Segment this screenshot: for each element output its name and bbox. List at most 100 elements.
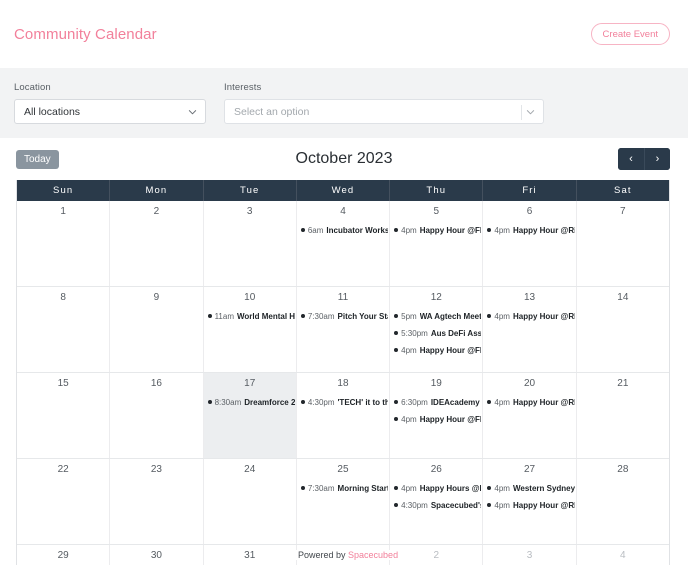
- calendar-day-cell[interactable]: 21: [576, 373, 669, 458]
- calendar-day-cell[interactable]: 5 4pmHappy Hour @Flux: [390, 201, 484, 286]
- page-title: Community Calendar: [14, 25, 157, 43]
- event-dot-icon: [394, 228, 399, 232]
- day-number: 22: [57, 464, 69, 475]
- event-dot-icon: [394, 503, 399, 507]
- next-month-button[interactable]: ›: [644, 148, 670, 170]
- day-number: 4: [620, 550, 626, 561]
- calendar-day-cell[interactable]: 264pmHappy Hours @FLU4:30pmSpacecubed's …: [390, 459, 484, 544]
- powered-by-text: Powered by: [298, 550, 349, 560]
- calendar-week: 22 2324257:30amMorning Startup264pmHappy …: [17, 459, 669, 545]
- calendar-day-cell[interactable]: 34pmHappy Hour @RIFF: [483, 545, 577, 565]
- calendar-event[interactable]: 4pmHappy Hour @RIFF: [483, 394, 575, 411]
- event-title: World Mental Heal: [236, 312, 295, 321]
- calendar-day-cell[interactable]: 3: [203, 201, 297, 286]
- interests-select[interactable]: Select an option: [224, 99, 544, 124]
- calendar-event[interactable]: 6:30pmIDEAcademy Info: [390, 394, 482, 411]
- event-title: Happy Hour @RIFF: [512, 312, 575, 321]
- calendar-day-cell[interactable]: 7: [576, 201, 669, 286]
- calendar-event[interactable]: 4pmHappy Hours @FLU: [390, 480, 482, 497]
- day-number: 6: [526, 206, 533, 217]
- calendar-day-cell[interactable]: 11 7:30amPitch Your Startu: [296, 287, 391, 372]
- calendar-day-cell[interactable]: 13 4pmHappy Hour @RIFF: [483, 287, 577, 372]
- event-time: 5pm: [401, 312, 417, 321]
- calendar-day-cell[interactable]: 4: [576, 545, 669, 565]
- event-dot-icon: [394, 486, 399, 490]
- event-title: Happy Hour @FLUX: [419, 346, 482, 355]
- calendar-day-cell[interactable]: 27 4pmWestern Sydney Sta4pmHappy Hour @RI…: [483, 459, 577, 544]
- day-number: 14: [617, 292, 629, 303]
- calendar-event[interactable]: 4pmWestern Sydney Sta: [483, 480, 575, 497]
- calendar-event[interactable]: 7:30amPitch Your Startu: [297, 308, 389, 325]
- calendar-event[interactable]: 5pmWA Agtech Meetup:: [390, 308, 482, 325]
- day-of-week-sat: Sat: [614, 185, 632, 196]
- calendar-grid: Sun Mon Tue Wed Thu Fri Sat 1 2 3 4 6am Incubator W…: [16, 180, 670, 565]
- calendar-day-cell[interactable]: 28: [576, 459, 669, 544]
- calendar-event[interactable]: 7:30amMorning Startup: [297, 480, 389, 497]
- calendar-event[interactable]: 4pmHappy Hour @Riff: [483, 222, 575, 239]
- calendar-event[interactable]: 4pmHappy Hour @FLUX: [390, 411, 482, 428]
- calendar-day-cell[interactable]: 196:30pmIDEAcademy Info4pmHappy Hour @FL…: [390, 373, 484, 458]
- event-dot-icon: [394, 314, 399, 318]
- calendar-day-cell[interactable]: 15: [17, 373, 111, 458]
- calendar-day-cell[interactable]: 16: [110, 373, 204, 458]
- filters-row: Location All locations Interests Select …: [14, 82, 674, 124]
- calendar-day-cell[interactable]: 10 11amWorld Mental Heal: [203, 287, 297, 372]
- event-dot-icon: [487, 503, 492, 507]
- prev-month-button[interactable]: ‹: [618, 148, 644, 170]
- day-number: 4: [340, 206, 346, 217]
- month-title: October 2023: [295, 150, 393, 167]
- event-title: Pitch Your Startu: [337, 312, 389, 321]
- event-time: 6:30pm: [401, 398, 428, 407]
- calendar-day-cell[interactable]: 24pmHappy Hours @FLU: [390, 545, 484, 565]
- calendar-week: 123 4 6amIncubator Workshop54pmHappy Hour …: [17, 201, 669, 287]
- calendar-day-cell[interactable]: 125pmWA Agtech Meetup:5:30pmAus DeFi Ass…: [390, 287, 484, 372]
- calendar-event[interactable]: 4pmHappy Hour @FLUX: [390, 342, 482, 359]
- calendar-week: 891011amWorld Mental Heal 11 7:30amPitch Y…: [17, 287, 669, 373]
- calendar-day-cell[interactable]: 178:30amDreamforce 2U: .: [203, 373, 297, 458]
- calendar-day-cell[interactable]: 184:30pm'TECH' it to the n: [296, 373, 391, 458]
- calendar-event[interactable]: 4pmHappy Hour @RIFF: [483, 308, 575, 325]
- day-number: 27: [523, 464, 536, 475]
- calendar-event[interactable]: 4pmHappy Hour @Flux: [390, 222, 482, 239]
- create-event-button[interactable]: Create Event: [590, 22, 670, 46]
- calendar-day-cell[interactable]: 4 6amIncubator Workshop: [296, 201, 391, 286]
- event-dot-icon: [207, 314, 212, 318]
- interests-label: Interests: [224, 82, 262, 93]
- spacecubed-link[interactable]: Spacecubed: [348, 550, 398, 560]
- event-title: Happy Hour @Riff: [512, 226, 575, 235]
- calendar-day-cell[interactable]: 23: [110, 459, 204, 544]
- day-number: 11: [337, 292, 349, 303]
- calendar-day-cell[interactable]: 29: [17, 545, 111, 565]
- calendar-day-cell[interactable]: 2: [110, 201, 204, 286]
- calendar-day-cell[interactable]: 9: [110, 287, 204, 372]
- location-field: Location All locations: [14, 82, 206, 124]
- calendar-event[interactable]: 6amIncubator Workshop: [297, 222, 389, 239]
- calendar-event[interactable]: 4:30pm'TECH' it to the n: [297, 394, 389, 411]
- event-time: 4pm: [494, 398, 510, 407]
- day-of-week-sun: Sun: [17, 180, 111, 201]
- calendar-day-cell[interactable]: 24: [203, 459, 297, 544]
- day-of-week-mon: Mon: [110, 180, 204, 201]
- calendar-day-cell[interactable]: 14: [576, 287, 669, 372]
- calendar-event[interactable]: 8:30amDreamforce 2U: .: [204, 394, 296, 411]
- location-select[interactable]: All locations: [14, 99, 206, 124]
- calendar-day-cell[interactable]: 8: [17, 287, 111, 372]
- calendar-event[interactable]: 5:30pmAus DeFi Associa: [390, 325, 482, 342]
- calendar-event[interactable]: 4:30pmSpacecubed's Ne: [390, 497, 482, 514]
- chevron-down-icon: [188, 107, 197, 116]
- calendar-day-cell[interactable]: 6 4pmHappy Hour @Riff: [483, 201, 577, 286]
- day-number: 31: [244, 550, 256, 561]
- calendar-week: 1516178:30amDreamforce 2U: .184:30pm'TEC…: [17, 373, 669, 459]
- calendar-event[interactable]: 11amWorld Mental Heal: [204, 308, 296, 325]
- calendar-day-cell[interactable]: 22: [17, 459, 111, 544]
- calendar-day-cell[interactable]: 30: [110, 545, 204, 565]
- calendar-day-cell[interactable]: 1: [17, 201, 111, 286]
- calendar-day-cell[interactable]: 31: [203, 545, 297, 565]
- today-button[interactable]: Today: [16, 149, 59, 169]
- calendar-day-cell[interactable]: 257:30amMorning Startup: [296, 459, 391, 544]
- day-of-week-tue: Tue: [204, 180, 297, 201]
- event-time: 4pm: [401, 226, 417, 235]
- calendar-event[interactable]: 4pmHappy Hour @RIFF: [483, 497, 575, 514]
- event-title: Incubator Workshop: [326, 226, 388, 235]
- calendar-day-cell[interactable]: 20 4pmHappy Hour @RIFF: [483, 373, 577, 458]
